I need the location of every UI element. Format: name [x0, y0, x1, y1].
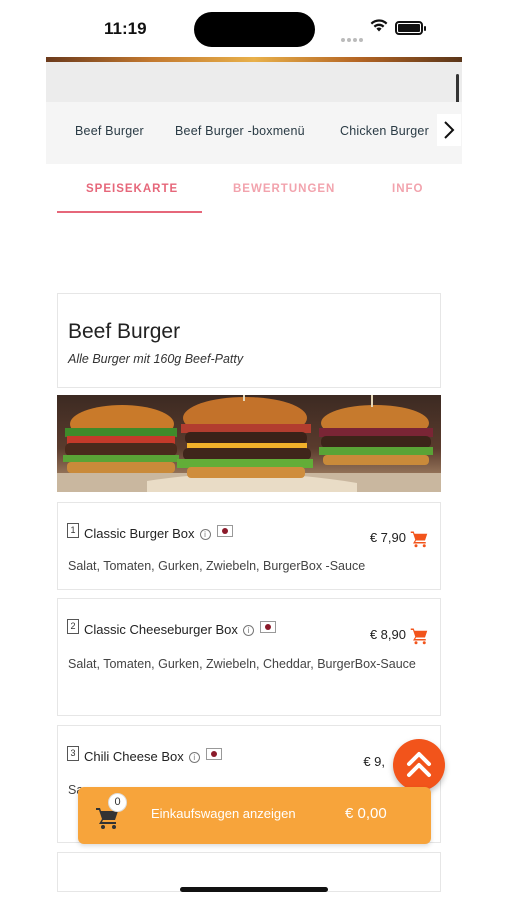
status-time: 11:19: [104, 19, 147, 38]
cellular-signal-icon: [341, 29, 365, 47]
product-price: € 9,: [363, 754, 385, 769]
status-bar: 11:19: [0, 0, 507, 58]
status-icons: [341, 19, 431, 42]
cart-label: Einkaufswagen anzeigen: [151, 806, 296, 821]
shopping-cart-icon[interactable]: [410, 530, 428, 548]
info-icon[interactable]: i: [199, 529, 211, 540]
product-name-row: Classic Burger Box i: [84, 525, 233, 541]
product-name-row: Chili Cheese Box i: [84, 748, 222, 764]
cart-count-badge: 0: [108, 793, 127, 812]
info-icon[interactable]: i: [242, 625, 254, 636]
product-description: Salat, Tomaten, Gurken, Zwiebeln, Burger…: [68, 559, 366, 573]
tab-info[interactable]: INFO: [392, 183, 423, 195]
tab-speisekarte[interactable]: SPEISEKARTE: [86, 183, 178, 195]
shopping-cart-icon[interactable]: [410, 627, 428, 645]
tab-bewertungen[interactable]: BEWERTUNGEN: [233, 183, 335, 195]
allergen-flag-icon: [259, 621, 276, 633]
product-description: Salat, Tomaten, Gurken, Zwiebeln, Chedda…: [68, 657, 416, 671]
product-card[interactable]: [57, 852, 441, 892]
scroll-to-top-button[interactable]: [393, 739, 445, 791]
home-indicator[interactable]: [180, 887, 328, 892]
allergen-flag-icon: [205, 748, 222, 760]
view-cart-button[interactable]: 0 Einkaufswagen anzeigen € 0,00: [78, 787, 431, 844]
wifi-icon: [370, 19, 388, 32]
product-card[interactable]: 1 Classic Burger Box i € 7,90 Salat, Toma…: [57, 502, 441, 590]
double-chevron-up-icon: [407, 752, 431, 777]
product-number: 3: [67, 746, 79, 761]
category-scroller[interactable]: Beef Burger Beef Burger -boxmenü Chicken…: [46, 102, 462, 164]
allergen-flag-icon: [216, 525, 233, 537]
chevron-right-icon[interactable]: [437, 114, 461, 146]
cart-total: € 0,00: [345, 805, 387, 822]
product-number: 1: [67, 523, 79, 538]
active-tab-indicator: [57, 211, 202, 213]
product-name-row: Classic Cheeseburger Box i: [84, 621, 276, 637]
category-beef-burger-boxmenu[interactable]: Beef Burger -boxmenü: [175, 124, 305, 138]
app-screen: 11:19 Beef Burger Beef Burger -boxmenü C…: [0, 0, 507, 900]
product-price: € 8,90: [369, 627, 406, 642]
category-chicken-burger[interactable]: Chicken Burger: [340, 124, 429, 138]
header-spacer: [46, 62, 462, 102]
product-name: Classic Burger Box: [84, 526, 195, 541]
category-banner-image: [57, 395, 441, 492]
product-number: 2: [67, 619, 79, 634]
info-icon[interactable]: i: [188, 752, 200, 763]
category-beef-burger[interactable]: Beef Burger: [75, 124, 144, 138]
product-name: Classic Cheeseburger Box: [84, 622, 238, 637]
category-title: Beef Burger: [68, 320, 181, 343]
burgers-illustration: [57, 395, 441, 492]
product-card[interactable]: 2 Classic Cheeseburger Box i € 8,90 Salat…: [57, 598, 441, 716]
battery-icon: [395, 21, 426, 35]
category-subtitle: Alle Burger mit 160g Beef-Patty: [68, 352, 244, 366]
category-header: Beef Burger Alle Burger mit 160g Beef-Pa…: [57, 293, 441, 388]
product-name: Chili Cheese Box: [84, 749, 184, 764]
dynamic-island: [194, 12, 315, 47]
product-price: € 7,90: [369, 530, 406, 545]
